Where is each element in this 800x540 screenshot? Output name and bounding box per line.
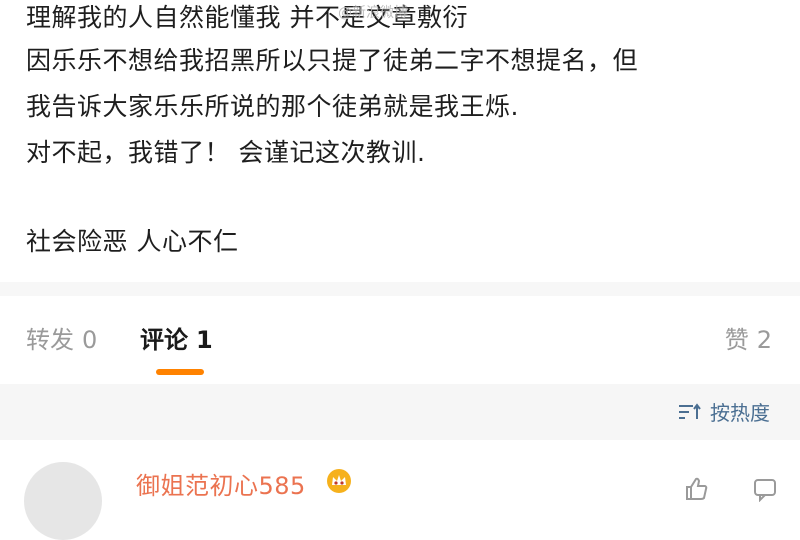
tab-comment[interactable]: 评论 1 <box>140 324 213 356</box>
tab-like-count: 2 <box>756 326 772 354</box>
post-text-line: 我告诉大家乐乐所说的那个徒弟就是我王烁. <box>26 92 519 121</box>
comment-item: 御姐范初心585 <box>0 440 800 540</box>
sort-bar: 按热度 <box>0 384 800 440</box>
watermark: @新浪微博 <box>338 5 408 21</box>
sort-by-hot-button[interactable]: 按热度 <box>678 397 770 426</box>
avatar[interactable] <box>24 462 102 540</box>
sort-icon <box>679 402 701 419</box>
tab-like[interactable]: 赞2 <box>725 324 772 356</box>
tab-comment-label: 评论 <box>140 326 188 354</box>
post-text-line: 社会险恶 人心不仁 <box>26 227 239 256</box>
tab-like-label: 赞 <box>724 326 749 354</box>
crown-badge-icon <box>327 469 351 493</box>
section-divider <box>0 282 800 296</box>
active-tab-indicator <box>156 369 204 375</box>
sort-label: 按热度 <box>710 401 770 425</box>
tab-comment-count: 1 <box>196 326 213 354</box>
tab-repost[interactable]: 转发 0 <box>26 324 97 356</box>
post-text-line: 因乐乐不想给我招黑所以只提了徒弟二字不想提名，但 <box>26 46 639 75</box>
reply-icon[interactable] <box>752 476 778 502</box>
post-text-line: 对不起，我错了！ 会谨记这次教训. <box>26 138 426 167</box>
post-body: 理解我的人自然能懂我 并不是文章敷衍 @新浪微博 因乐乐不想给我招黑所以只提了徒… <box>0 0 800 290</box>
interaction-tab-bar: 转发 0 评论 1 赞2 <box>0 296 800 384</box>
tab-repost-count: 0 <box>82 326 98 354</box>
like-icon[interactable] <box>684 476 710 502</box>
tab-repost-label: 转发 <box>26 326 74 354</box>
